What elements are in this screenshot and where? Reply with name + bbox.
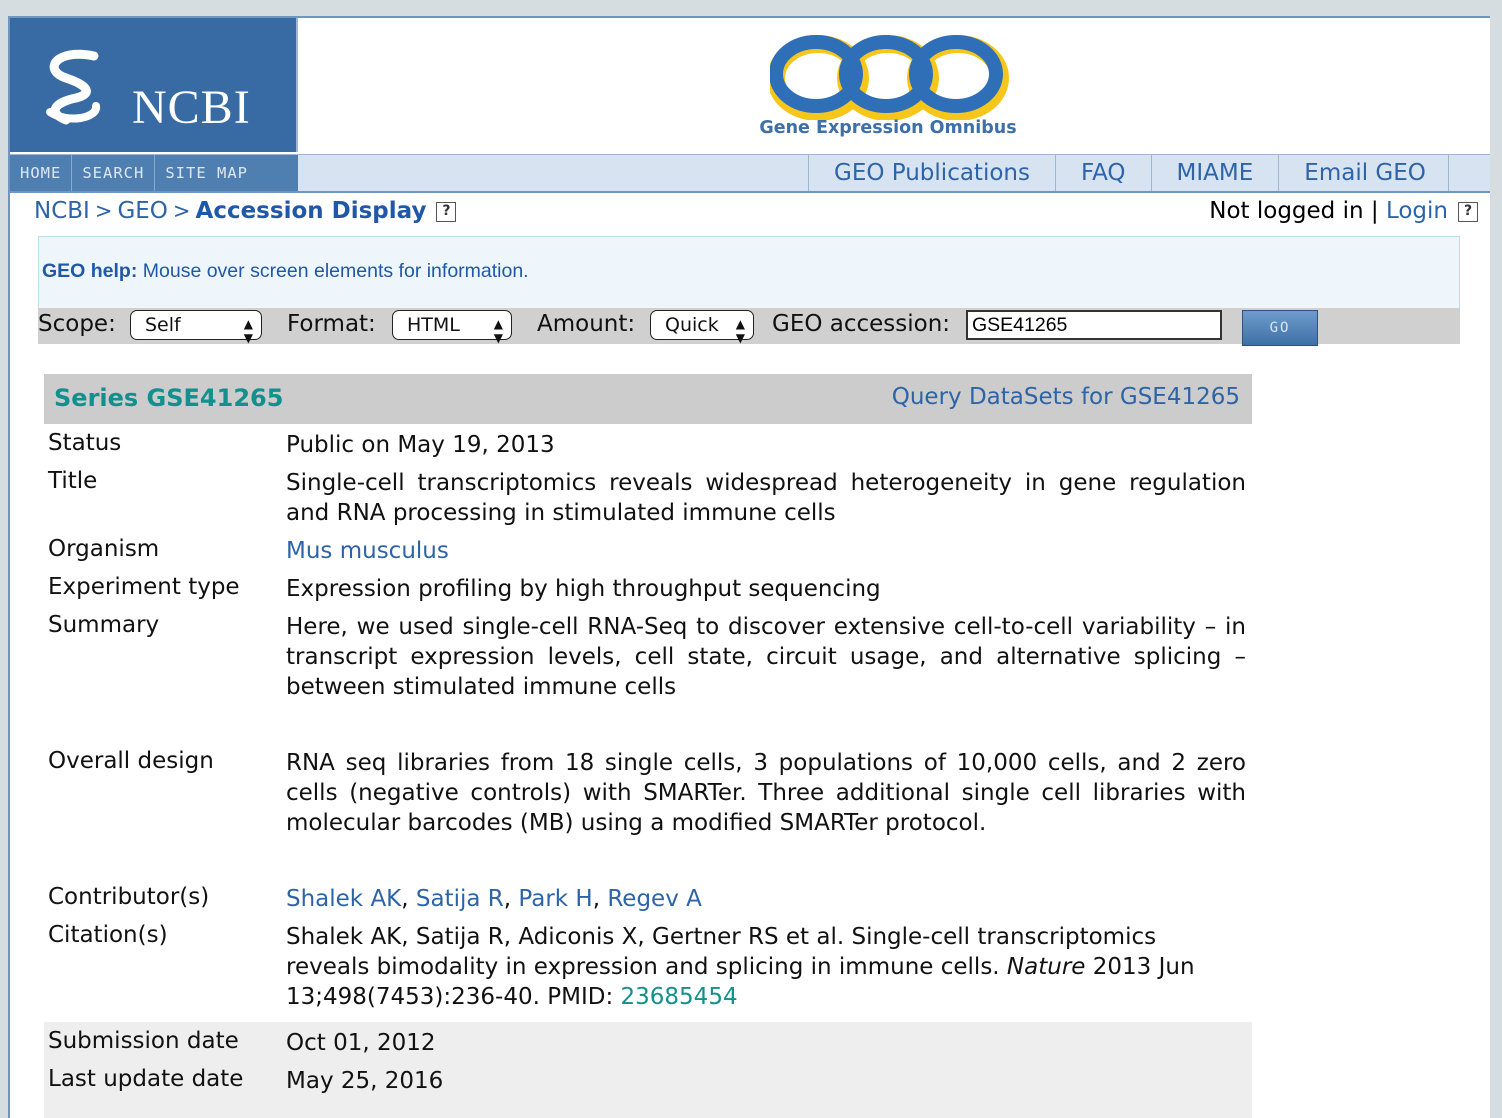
- geo-page: NCBI Gene Expression Omnibus HOME SEARCH…: [8, 16, 1490, 1118]
- go-button[interactable]: GO: [1242, 310, 1318, 346]
- nav-site-map[interactable]: SITE MAP: [155, 155, 258, 191]
- organism-label: Organism: [48, 536, 160, 562]
- nav-faq[interactable]: FAQ: [1054, 155, 1151, 191]
- select-arrows-icon: ▲ ▼: [735, 317, 745, 345]
- last-update-label: Last update date: [48, 1066, 244, 1092]
- citation-journal: Nature: [1006, 954, 1086, 980]
- login-help-icon[interactable]: ?: [1458, 202, 1478, 222]
- scope-value: Self: [145, 314, 181, 336]
- last-update-value: May 25, 2016: [286, 1068, 444, 1094]
- query-datasets-link[interactable]: Query DataSets for GSE41265: [892, 384, 1240, 410]
- geo-nav: GEO Publications FAQ MIAME Email GEO: [808, 155, 1449, 191]
- nav-search[interactable]: SEARCH: [72, 155, 156, 191]
- geo-help-text: GEO help: Mouse over screen elements for…: [42, 260, 529, 283]
- format-value: HTML: [407, 314, 460, 336]
- title-value: Single-cell transcriptomics reveals wide…: [286, 470, 1246, 526]
- organism-link[interactable]: Mus musculus: [286, 536, 1246, 566]
- amount-label: Amount:: [537, 311, 636, 337]
- select-arrows-icon: ▲ ▼: [243, 317, 253, 345]
- submission-date-label: Submission date: [48, 1028, 239, 1054]
- status-label: Status: [48, 430, 122, 456]
- submission-date-value: Oct 01, 2012: [286, 1030, 436, 1056]
- accession-label: GEO accession:: [772, 311, 951, 337]
- summary-label: Summary: [48, 612, 160, 638]
- contributor-link[interactable]: Satija R: [416, 886, 504, 912]
- status-value: Public on May 19, 2013: [286, 432, 555, 458]
- scope-select[interactable]: Self ▲ ▼: [130, 310, 262, 345]
- format-label: Format:: [287, 311, 376, 337]
- pmid-link[interactable]: 23685454: [621, 984, 738, 1010]
- ncbi-label: NCBI: [132, 81, 251, 134]
- ncbi-nav: HOME SEARCH SITE MAP: [10, 155, 298, 191]
- nav-email-geo[interactable]: Email GEO: [1278, 155, 1449, 191]
- series-header: Series GSE41265 Query DataSets for GSE41…: [44, 374, 1252, 424]
- top-nav-bar: HOME SEARCH SITE MAP GEO Publications FA…: [10, 154, 1490, 193]
- login-link[interactable]: Login: [1386, 198, 1448, 224]
- overall-design-label: Overall design: [48, 748, 214, 774]
- breadcrumb-geo[interactable]: GEO: [117, 198, 167, 224]
- amount-value: Quick: [665, 314, 719, 336]
- accession-input[interactable]: [966, 310, 1222, 340]
- format-select[interactable]: HTML ▲ ▼: [392, 310, 512, 345]
- help-icon[interactable]: ?: [436, 202, 457, 222]
- geo-subtitle: Gene Expression Omnibus: [759, 118, 1017, 138]
- citation-value: Shalek AK, Satija R, Adiconis X, Gertner…: [286, 922, 1246, 1012]
- login-separator: |: [1370, 198, 1379, 224]
- geo-help-box: GEO help: Mouse over screen elements for…: [38, 236, 1460, 310]
- summary-value: Here, we used single-cell RNA-Seq to dis…: [286, 614, 1246, 700]
- nav-geo-publications[interactable]: GEO Publications: [808, 155, 1055, 191]
- geo-logo-icon: [770, 35, 1009, 120]
- ncbi-logo[interactable]: NCBI: [10, 18, 298, 152]
- experiment-type-label: Experiment type: [48, 574, 240, 600]
- overall-design-value: RNA seq libraries from 18 single cells, …: [286, 750, 1246, 836]
- experiment-type-value: Expression profiling by high throughput …: [286, 576, 881, 602]
- breadcrumb: NCBI > GEO > Accession Display?: [34, 198, 457, 224]
- login-status: Not logged in | Login?: [1209, 198, 1478, 224]
- amount-select[interactable]: Quick ▲ ▼: [650, 310, 754, 345]
- contributor-link[interactable]: Park H: [518, 886, 592, 912]
- contributors-label: Contributor(s): [48, 884, 210, 910]
- contributor-link[interactable]: Regev A: [607, 886, 702, 912]
- ncbi-helix-icon: [46, 49, 100, 125]
- contributors-value: Shalek AK, Satija R, Park H, Regev A: [286, 886, 702, 912]
- geo-help-message: Mouse over screen elements for informati…: [142, 260, 529, 282]
- breadcrumb-separator: >: [172, 199, 191, 223]
- citations-label: Citation(s): [48, 922, 168, 948]
- breadcrumb-current: Accession Display: [195, 198, 427, 224]
- breadcrumb-ncbi[interactable]: NCBI: [34, 198, 90, 224]
- breadcrumb-separator: >: [94, 199, 113, 223]
- nav-home[interactable]: HOME: [10, 155, 73, 191]
- select-arrows-icon: ▲ ▼: [493, 317, 503, 345]
- geo-help-label: GEO help:: [42, 260, 138, 282]
- geo-logo[interactable]: Gene Expression Omnibus: [300, 18, 1490, 152]
- contributor-link[interactable]: Shalek AK: [286, 886, 401, 912]
- login-status-text: Not logged in: [1209, 198, 1364, 224]
- scope-label: Scope:: [38, 311, 116, 337]
- display-controls: Scope: Self ▲ ▼ Format: HTML ▲ ▼ Amount: Q…: [38, 308, 1460, 346]
- nav-miame[interactable]: MIAME: [1150, 155, 1279, 191]
- title-label: Title: [48, 468, 98, 494]
- series-title: Series GSE41265: [54, 384, 284, 412]
